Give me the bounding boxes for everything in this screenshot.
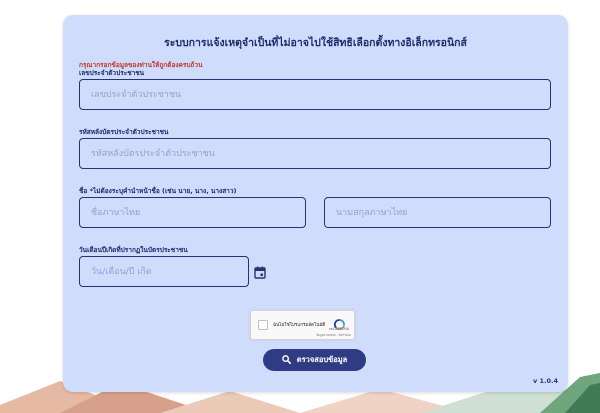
recaptcha-terms[interactable]: ข้อมูลส่วนบุคคล - ข้อกำหนด (316, 333, 351, 338)
form-card: ระบบการแจ้งเหตุจำเป็นที่ไม่อาจไปใช้สิทธิ… (63, 15, 568, 392)
recaptcha-checkbox[interactable] (258, 320, 268, 330)
birth-date-label: วันเดือนปีเกิดที่ปรากฏในบัตรประชาชน (79, 246, 188, 254)
recaptcha-label: ฉันไม่ใช่โปรแกรมอัตโนมัติ (273, 323, 326, 328)
citizen-id-label: เลขประจำตัวประชาชน (79, 69, 145, 77)
name-label: ชื่อ *ไม่ต้องระบุคำนำหน้าชื่อ (เช่น นาย,… (79, 187, 237, 195)
last-name-input[interactable] (324, 197, 551, 228)
laser-code-input[interactable] (79, 138, 551, 169)
recaptcha-logo-icon (333, 315, 346, 331)
verify-button-label: ตรวจสอบข้อมูล (296, 355, 348, 364)
laser-code-label: รหัสหลังบัตรประจำตัวประชาชน (79, 128, 169, 136)
verify-button[interactable]: ตรวจสอบข้อมูล (263, 349, 366, 371)
search-icon (281, 354, 291, 366)
page-title: ระบบการแจ้งเหตุจำเป็นที่ไม่อาจไปใช้สิทธิ… (164, 37, 467, 49)
birth-date-input[interactable] (79, 256, 249, 287)
citizen-id-input[interactable] (79, 79, 551, 110)
version-label: v 1.0.4 (532, 377, 558, 385)
calendar-icon[interactable] (254, 264, 266, 279)
recaptcha-widget: ฉันไม่ใช่โปรแกรมอัตโนมัติ reCAPTCHA ข้อม… (250, 310, 355, 340)
first-name-input[interactable] (79, 197, 306, 228)
recaptcha-brand: reCAPTCHA (329, 327, 349, 331)
